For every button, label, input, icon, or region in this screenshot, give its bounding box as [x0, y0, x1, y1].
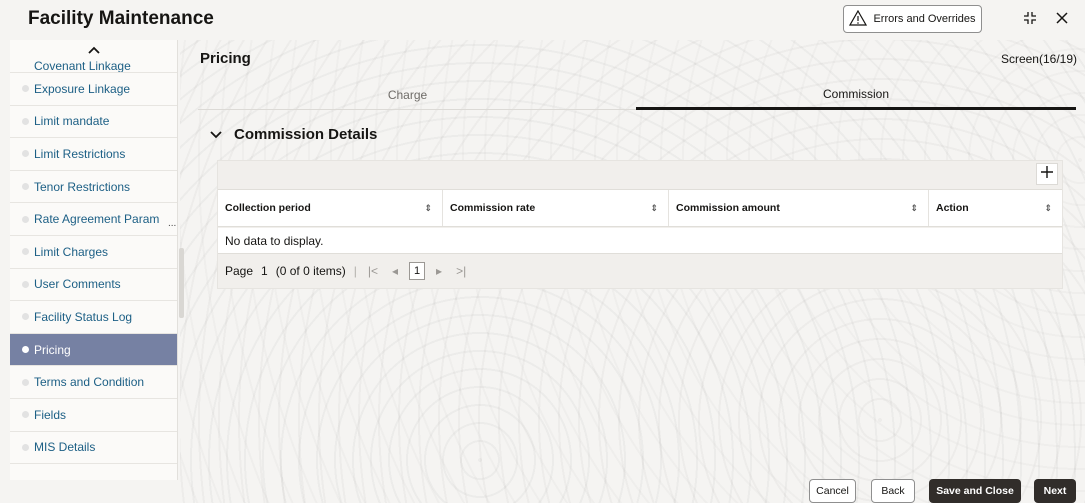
column-header-commission-amount[interactable]: Commission amount ⇕ [669, 190, 929, 226]
back-button[interactable]: Back [871, 479, 915, 503]
column-header-collection-period[interactable]: Collection period ⇕ [218, 190, 443, 226]
sidebar-item-pricing[interactable]: Pricing [10, 333, 177, 367]
status-dot [22, 280, 29, 288]
tab-commission[interactable]: Commission [636, 80, 1076, 110]
column-header-action[interactable]: Action ⇕ [929, 190, 1062, 226]
pagination-divider: | [353, 264, 357, 278]
column-header-label: Commission rate [450, 202, 536, 214]
scroll-up-button[interactable] [10, 40, 177, 60]
sidebar-item-tenor-restrictions[interactable]: Tenor Restrictions [10, 171, 177, 204]
sidebar-resize-handle[interactable] [179, 248, 184, 318]
last-page-icon[interactable]: >| [453, 264, 469, 278]
add-row-button[interactable] [1036, 163, 1058, 185]
first-page-icon[interactable]: |< [365, 264, 381, 278]
sidebar-item-label: Terms and Condition [34, 375, 145, 390]
page-title: Pricing [200, 50, 251, 67]
section-title: Commission Details [234, 126, 378, 143]
next-button[interactable]: Next [1034, 479, 1076, 503]
status-dot [22, 215, 29, 223]
tab-label: Commission [822, 86, 889, 101]
status-dot [22, 248, 29, 256]
sidebar-item-covenant-linkage[interactable]: Covenant Linkage [10, 60, 177, 73]
status-dot [22, 117, 29, 125]
column-header-label: Action [936, 202, 969, 214]
sidebar-item-user-comments[interactable]: User Comments [10, 269, 177, 302]
status-dot [22, 85, 29, 93]
column-header-label: Commission amount [676, 202, 780, 214]
plus-icon [1040, 165, 1054, 184]
chevron-up-icon [87, 41, 100, 59]
status-dot [22, 183, 29, 191]
sidebar-item-rate-agreement-param[interactable]: Rate Agreement Param ... [10, 203, 177, 236]
status-dot [22, 313, 29, 321]
sidebar-item-label: User Comments [34, 277, 121, 292]
sidebar-item-label: Covenant Linkage [34, 60, 131, 73]
status-dot [22, 411, 29, 419]
previous-page-icon[interactable]: ◂ [389, 264, 401, 278]
errors-button-label: Errors and Overrides [873, 13, 976, 25]
sidebar-item-label: Exposure Linkage [34, 81, 131, 96]
minimize-icon[interactable] [1020, 8, 1040, 28]
pagination: Page 1 (0 of 0 items) | |< ◂ 1 ▸ >| [218, 256, 1062, 286]
errors-and-overrides-button[interactable]: Errors and Overrides [843, 5, 982, 33]
app-header: Facility Maintenance Errors and Override… [0, 0, 1085, 40]
sidebar-item-label: Rate Agreement Param [34, 212, 160, 227]
sidebar-item-exposure-linkage[interactable]: Exposure Linkage [10, 73, 177, 106]
sidebar-item-mis-details[interactable]: MIS Details [10, 432, 177, 465]
sidebar-item-limit-charges[interactable]: Limit Charges [10, 236, 177, 269]
sidebar-item-label: Tenor Restrictions [34, 179, 131, 194]
sidebar-item-label: Fields [34, 407, 67, 422]
sidebar-item-label: Limit Charges [34, 244, 109, 259]
sidebar-item-label: Limit mandate [34, 114, 110, 129]
status-dot [22, 150, 29, 158]
close-icon[interactable] [1052, 8, 1072, 28]
status-dot [22, 378, 29, 386]
sidebar-item-terms-and-condition[interactable]: Terms and Condition [10, 366, 177, 399]
page-number: 1 [261, 264, 268, 278]
column-header-commission-rate[interactable]: Commission rate ⇕ [443, 190, 669, 226]
commission-table: Collection period ⇕ Commission rate ⇕ Co… [217, 160, 1063, 289]
warning-icon [849, 9, 868, 29]
sidebar-item-fields[interactable]: Fields [10, 399, 177, 432]
sort-icon: ⇕ [910, 202, 918, 213]
sidebar-nav: Covenant Linkage Exposure Linkage Limit … [10, 40, 178, 480]
sidebar-item-limit-restrictions[interactable]: Limit Restrictions [10, 138, 177, 171]
cancel-button[interactable]: Cancel [809, 479, 856, 503]
status-dot [22, 346, 29, 354]
save-and-close-button[interactable]: Save and Close [929, 479, 1021, 503]
sidebar-item-label: Limit Restrictions [34, 146, 126, 161]
screen-indicator: Screen(16/19) [1000, 52, 1077, 66]
table-header: Collection period ⇕ Commission rate ⇕ Co… [218, 189, 1062, 227]
sort-icon: ⇕ [424, 202, 432, 213]
column-header-label: Collection period [225, 202, 311, 214]
sidebar-item-facility-status-log[interactable]: Facility Status Log [10, 301, 177, 334]
empty-table-message: No data to display. [218, 228, 1062, 254]
current-page-button[interactable]: 1 [409, 262, 426, 280]
status-dot [22, 443, 29, 451]
chevron-down-icon [210, 126, 222, 143]
app-title: Facility Maintenance [28, 8, 214, 29]
commission-details-header[interactable]: Commission Details [210, 126, 377, 143]
items-count: (0 of 0 items) [275, 264, 346, 278]
next-page-icon[interactable]: ▸ [433, 264, 445, 278]
tab-bar: Charge Commission [198, 80, 1076, 110]
sort-icon: ⇕ [650, 202, 658, 213]
sidebar-item-limit-mandate[interactable]: Limit mandate [10, 106, 177, 139]
tab-charge[interactable]: Charge [198, 80, 617, 110]
tab-label: Charge [387, 88, 428, 102]
sidebar-item-label: Facility Status Log [34, 309, 133, 324]
ellipsis-indicator: ... [168, 217, 177, 229]
sidebar-item-label: Pricing [34, 342, 71, 357]
sidebar-item-label: MIS Details [34, 440, 96, 455]
sort-icon: ⇕ [1044, 202, 1052, 213]
page-label: Page [225, 264, 254, 278]
